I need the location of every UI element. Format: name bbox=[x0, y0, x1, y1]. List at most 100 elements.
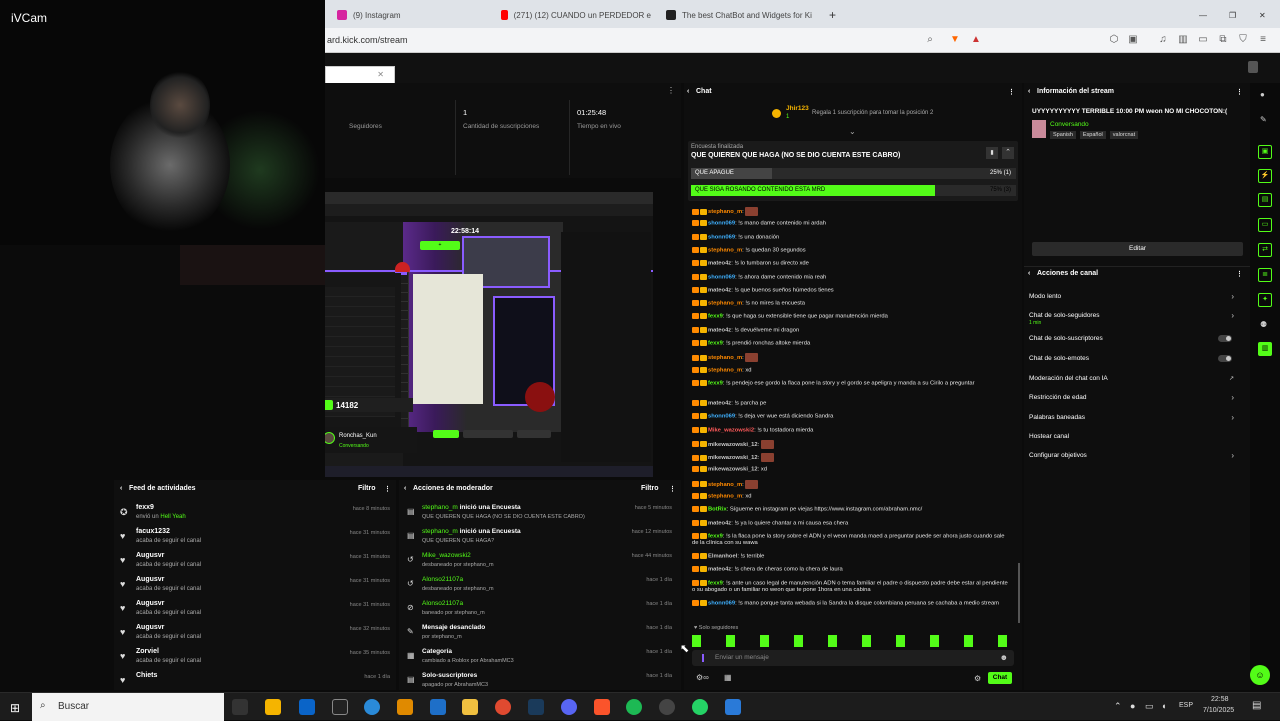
channel-action-item[interactable]: Chat de solo-emotes bbox=[1029, 355, 1244, 362]
chevron-down-icon[interactable]: ⌄ bbox=[849, 127, 856, 136]
document-icon[interactable]: ▤ bbox=[1258, 193, 1272, 207]
more-options-icon[interactable]: ⋮ bbox=[1236, 88, 1243, 96]
app-4-icon[interactable] bbox=[397, 699, 413, 715]
clock-time[interactable]: 22:58 bbox=[1211, 696, 1229, 703]
collapse-icon[interactable]: ⌃ bbox=[1002, 147, 1014, 159]
chat-username[interactable]: mateo4z bbox=[708, 261, 731, 267]
chat-username[interactable]: mikewazowski_12 bbox=[708, 467, 758, 473]
chat-username[interactable]: stephano_m bbox=[708, 301, 742, 307]
wallet-card-icon[interactable]: ▭ bbox=[1197, 34, 1209, 46]
edge-icon[interactable] bbox=[364, 699, 380, 715]
chat-username[interactable]: stephano_m bbox=[708, 494, 742, 500]
feed-user[interactable]: Augusvr bbox=[136, 624, 164, 631]
chat-username[interactable]: fexx9 bbox=[708, 314, 723, 320]
mod-user[interactable]: Alonso21107a bbox=[422, 576, 463, 583]
chat-username[interactable]: mateo4z bbox=[708, 327, 731, 333]
chat-username[interactable]: shonn069 bbox=[708, 234, 735, 240]
chat-username[interactable]: shonn069 bbox=[708, 221, 735, 227]
chat-username[interactable]: shonn069 bbox=[708, 414, 735, 420]
close-window-button[interactable]: ✕ bbox=[1259, 4, 1269, 26]
discord-icon[interactable] bbox=[561, 699, 577, 715]
chevron-left-icon[interactable]: ‹ bbox=[1028, 270, 1030, 277]
shield-icon[interactable]: ⛉ bbox=[1237, 34, 1249, 46]
info-icon[interactable]: ● bbox=[1260, 90, 1265, 99]
extensions-icon[interactable]: ⬡ bbox=[1108, 34, 1120, 46]
steam-icon[interactable] bbox=[528, 699, 544, 715]
chat-username[interactable]: Mike_wazowski2 bbox=[708, 427, 754, 433]
chat-username[interactable]: fexx9 bbox=[708, 380, 723, 386]
spotify-icon[interactable] bbox=[626, 699, 642, 715]
send-chat-button[interactable]: Chat bbox=[988, 672, 1012, 684]
folder-icon[interactable] bbox=[462, 699, 478, 715]
wallet-icon[interactable]: ▣ bbox=[1127, 34, 1139, 46]
menu-icon[interactable]: ≡ bbox=[1257, 34, 1269, 46]
chat-username[interactable]: stephano_m bbox=[708, 367, 742, 373]
mod-user[interactable]: stephano_m bbox=[422, 504, 458, 511]
chat-username[interactable]: mateo4z bbox=[708, 567, 731, 573]
chat-input[interactable]: Enviar un mensaje ☻ bbox=[692, 650, 1014, 666]
brave-shield-icon[interactable]: ▼ bbox=[949, 34, 961, 46]
store-icon[interactable] bbox=[265, 699, 281, 715]
taskbar-search[interactable]: ⌕ Buscar bbox=[32, 693, 224, 721]
zoom-icon[interactable]: ⌕ bbox=[924, 34, 936, 46]
feed-user[interactable]: fexx9 bbox=[136, 504, 154, 511]
rewards-icon[interactable]: ▲ bbox=[970, 34, 982, 46]
obs-icon[interactable] bbox=[659, 699, 675, 715]
tag[interactable]: Spanish bbox=[1050, 131, 1076, 139]
list-icon[interactable]: ≣ bbox=[1258, 268, 1272, 282]
feed-user[interactable]: Augusvr bbox=[136, 552, 164, 559]
mod-filter-button[interactable]: Filtro bbox=[641, 485, 659, 492]
channel-action-item[interactable]: Moderación del chat con IA ↗ bbox=[1029, 375, 1244, 382]
monitor-icon[interactable] bbox=[725, 699, 741, 715]
channel-action-item[interactable]: Hostear canal bbox=[1029, 433, 1244, 440]
brave-icon[interactable] bbox=[594, 699, 610, 715]
mic-icon[interactable]: ● bbox=[1130, 701, 1135, 711]
top-gifter-name[interactable]: Jhir123 bbox=[786, 105, 809, 112]
chat-username[interactable]: stephano_m bbox=[708, 355, 742, 361]
network-icon[interactable]: ▭ bbox=[1145, 701, 1154, 712]
tools-icon[interactable]: ✦ bbox=[1258, 293, 1272, 307]
copy-icon[interactable]: ⧉ bbox=[1217, 34, 1229, 46]
channel-action-item[interactable]: Chat de solo-suscriptores bbox=[1029, 335, 1244, 342]
pin-icon[interactable]: ▮ bbox=[986, 147, 998, 159]
edit-icon[interactable]: ✎ bbox=[1260, 115, 1267, 124]
chat-username[interactable]: shonn069 bbox=[708, 274, 735, 280]
feed-user[interactable]: Chiets bbox=[136, 672, 157, 679]
chat-username[interactable]: Elmanhoel bbox=[708, 553, 737, 559]
outlook-icon[interactable] bbox=[299, 699, 315, 715]
tag[interactable]: Español bbox=[1079, 131, 1106, 139]
channel-action-item[interactable]: Modo lento › bbox=[1029, 292, 1244, 301]
chat-username[interactable]: stephano_m bbox=[708, 482, 742, 488]
minimize-button[interactable]: — bbox=[1199, 4, 1209, 26]
chevron-left-icon[interactable]: ‹ bbox=[120, 485, 122, 492]
stream-preview[interactable]: 22:58:14 + 14182 Ronchas_Kun Conversando bbox=[325, 192, 653, 477]
channel-action-item[interactable]: Restricción de edad › bbox=[1029, 393, 1244, 402]
tab-instagram[interactable]: (9) Instagram bbox=[337, 4, 487, 26]
tray-chevron-icon[interactable]: ⌃ bbox=[1114, 701, 1122, 712]
tiktok-icon[interactable] bbox=[332, 699, 348, 715]
chat-scrollbar[interactable] bbox=[1018, 563, 1020, 623]
feed-filter-button[interactable]: Filtro bbox=[358, 485, 376, 492]
mod-user[interactable]: Mike_wazowski2 bbox=[422, 552, 471, 559]
calendar-icon[interactable]: ▦ bbox=[724, 673, 732, 682]
clock-date[interactable]: 7/10/2025 bbox=[1203, 707, 1234, 714]
new-tab-button[interactable]: + bbox=[829, 4, 843, 26]
tab-chatbot[interactable]: The best ChatBot and Widgets for Ki bbox=[666, 4, 816, 26]
chat-username[interactable]: mikewazowski_12 bbox=[708, 442, 758, 448]
chat-username[interactable]: mikewazowski_12 bbox=[708, 455, 758, 461]
emoji-icon[interactable]: ☻ bbox=[1000, 653, 1008, 662]
camera-icon[interactable]: ▣ bbox=[1258, 145, 1272, 159]
toggle-switch[interactable] bbox=[1218, 355, 1232, 362]
chat-username[interactable]: mateo4z bbox=[708, 400, 731, 406]
chat-username[interactable]: stephano_m bbox=[708, 209, 742, 215]
more-options-icon[interactable]: ⋮ bbox=[384, 485, 391, 493]
people-icon[interactable]: ⚉ bbox=[1260, 320, 1267, 329]
chat-username[interactable]: mateo4z bbox=[708, 520, 731, 526]
mod-user[interactable]: Alonso21107a bbox=[422, 600, 463, 607]
chat-username[interactable]: fexx9 bbox=[708, 533, 723, 539]
chat-username[interactable]: fexx9 bbox=[708, 341, 723, 347]
app-sync-icon[interactable] bbox=[430, 699, 446, 715]
chat-username[interactable]: fexx9 bbox=[708, 580, 723, 586]
channel-action-item[interactable]: Chat de solo-seguidores 1 min › bbox=[1029, 311, 1244, 326]
tab-youtube[interactable]: (271) (12) CUANDO un PERDEDOR e bbox=[501, 4, 651, 26]
